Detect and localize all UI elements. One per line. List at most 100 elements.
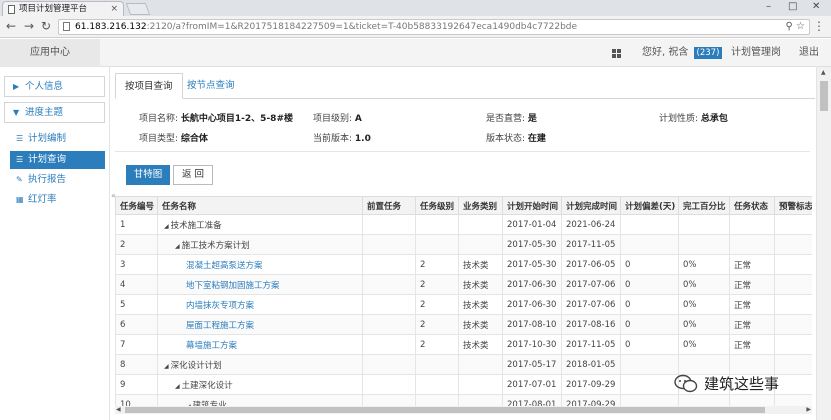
- table-row[interactable]: 1 ◢ 技术施工准备 2017-01-04 2021-06-24: [115, 214, 812, 235]
- column-header[interactable]: 预警标志: [774, 196, 812, 215]
- cell-level: 2: [415, 334, 459, 355]
- table-row[interactable]: 10 ◢ 建筑专业 2017-08-01 2017-09-29: [115, 394, 812, 406]
- logout-link[interactable]: 退出: [799, 39, 819, 67]
- cell-pct: 0%: [678, 334, 730, 355]
- field-label: 项目名称:: [139, 114, 179, 124]
- column-header[interactable]: 任务编号: [115, 196, 158, 215]
- task-name[interactable]: 屋面工程施工方案: [186, 321, 254, 331]
- scroll-right-icon[interactable]: ▶: [806, 406, 811, 414]
- expand-triangle-icon[interactable]: ◢: [175, 383, 180, 390]
- tab-by-project[interactable]: 按项目查询: [115, 73, 183, 99]
- sidebar-personal-label: 个人信息: [25, 81, 64, 92]
- column-header[interactable]: 任务名称: [157, 196, 363, 215]
- column-header[interactable]: 计划偏差(天): [620, 196, 679, 215]
- cell-cat: [458, 354, 503, 375]
- cell-pre: [362, 394, 416, 406]
- field-value: 1.0: [354, 134, 371, 144]
- cell-id: 9: [115, 374, 158, 395]
- scroll-up-icon[interactable]: ▲: [821, 69, 826, 76]
- plan-mgmt-link[interactable]: 计划管理岗: [731, 39, 781, 67]
- browser-tab[interactable]: 项目计划管理平台 ×: [2, 1, 124, 16]
- table-row[interactable]: 3 混凝土超高泵送方案 2 技术类 2017-05-30 2017-06-05 0 0% 正常: [115, 254, 812, 275]
- sidebar-item-label: 红灯率: [28, 194, 57, 205]
- gantt-button[interactable]: 甘特图: [126, 165, 170, 185]
- cell-status: [729, 234, 775, 255]
- cell-pre: [362, 274, 416, 295]
- field-value: 是: [527, 114, 537, 124]
- back-button[interactable]: 返 回: [173, 165, 213, 185]
- grid-icon[interactable]: [612, 49, 621, 58]
- cell-status: 正常: [729, 274, 775, 295]
- sidebar: ▶ 个人信息 ▼ 进度主题 ☰ 计划编制 ☰ 计划查询 ✎ 执行报告 ▦ 红灯率: [0, 67, 110, 420]
- table-row[interactable]: 7 幕墙施工方案 2 技术类 2017-10-30 2017-11-05 0 0% 正常: [115, 334, 812, 355]
- table-row[interactable]: 5 内墙抹灰专项方案 2 技术类 2017-06-30 2017-07-06 0 0% 正常: [115, 294, 812, 315]
- cell-status: [729, 214, 775, 235]
- field-value: 综合体: [180, 134, 208, 144]
- cell-end: 2017-11-05: [561, 234, 621, 255]
- minimize-icon[interactable]: –: [766, 1, 771, 12]
- app-center-link[interactable]: 应用中心: [0, 39, 100, 67]
- cell-cat: [458, 214, 503, 235]
- sidebar-item-exec-report[interactable]: ✎ 执行报告: [10, 171, 105, 189]
- cell-level: [415, 234, 459, 255]
- menu-icon[interactable]: ⋮: [813, 19, 825, 33]
- cell-id: 7: [115, 334, 158, 355]
- task-name[interactable]: 混凝土超高泵送方案: [186, 261, 263, 271]
- forward-arrow-icon[interactable]: →: [24, 19, 34, 33]
- column-header[interactable]: 计划开始时间: [502, 196, 562, 215]
- url-input[interactable]: 61.183.216.132:2120/a?fromIM=1&R20175181…: [58, 19, 810, 35]
- cell-status: 正常: [729, 334, 775, 355]
- column-header[interactable]: 业务类别: [458, 196, 503, 215]
- scroll-thumb[interactable]: [125, 407, 765, 413]
- task-name-cell[interactable]: 混凝土超高泵送方案: [157, 254, 363, 275]
- cell-end: 2017-09-29: [561, 374, 621, 395]
- task-name[interactable]: 地下室粘钢加固施工方案: [186, 281, 280, 291]
- sidebar-progress-topic[interactable]: ▼ 进度主题: [4, 102, 105, 123]
- sidebar-personal-info[interactable]: ▶ 个人信息: [4, 76, 105, 97]
- project-level-field: 项目级别: A: [313, 111, 362, 124]
- cell-id: 8: [115, 354, 158, 375]
- task-name-cell[interactable]: 屋面工程施工方案: [157, 314, 363, 335]
- task-name-cell[interactable]: 幕墙施工方案: [157, 334, 363, 355]
- new-tab-button[interactable]: [125, 3, 151, 15]
- table-header-row: 任务编号 任务名称 前置任务 任务级别 业务类别 计划开始时间 计划完成时间 计…: [115, 196, 812, 215]
- field-label: 是否直营:: [486, 114, 526, 124]
- table-row[interactable]: 6 屋面工程施工方案 2 技术类 2017-08-10 2017-08-16 0 0% 正常: [115, 314, 812, 335]
- task-name: 深化设计计划: [170, 360, 222, 371]
- column-header[interactable]: 前置任务: [362, 196, 416, 215]
- column-header[interactable]: 计划完成时间: [561, 196, 621, 215]
- scroll-left-icon[interactable]: ◀: [116, 406, 121, 414]
- sidebar-item-plan-compile[interactable]: ☰ 计划编制: [10, 130, 105, 148]
- cell-start: 2017-01-04: [502, 214, 562, 235]
- expand-triangle-icon[interactable]: ◢: [164, 363, 169, 370]
- sidebar-item-red-light-rate[interactable]: ▦ 红灯率: [10, 191, 105, 209]
- back-arrow-icon[interactable]: ←: [6, 19, 16, 33]
- reload-icon[interactable]: ↻: [41, 19, 51, 33]
- tab-by-node[interactable]: 按节点查询: [178, 73, 244, 99]
- task-name-cell[interactable]: 内墙抹灰专项方案: [157, 294, 363, 315]
- window-close-icon[interactable]: ✕: [812, 1, 820, 12]
- table-row[interactable]: 2 ◢ 施工技术方案计划 2017-05-30 2017-11-05: [115, 234, 812, 255]
- zoom-icon[interactable]: ⚲ ☆: [786, 20, 805, 34]
- vertical-scrollbar[interactable]: ▲: [816, 67, 831, 420]
- message-count-badge[interactable]: (237): [693, 47, 723, 59]
- field-value: 在建: [527, 134, 546, 144]
- version-field: 当前版本: 1.0: [313, 131, 371, 144]
- column-header[interactable]: 完工百分比: [678, 196, 730, 215]
- field-label: 版本状态:: [486, 134, 526, 144]
- cell-end: 2017-08-16: [561, 314, 621, 335]
- sidebar-item-plan-query[interactable]: ☰ 计划查询: [10, 151, 105, 169]
- task-name-cell[interactable]: 地下室粘钢加固施工方案: [157, 274, 363, 295]
- column-header[interactable]: 任务状态: [729, 196, 775, 215]
- task-name[interactable]: 内墙抹灰专项方案: [186, 301, 254, 311]
- column-header[interactable]: 任务级别: [415, 196, 459, 215]
- table-row[interactable]: 4 地下室粘钢加固施工方案 2 技术类 2017-06-30 2017-07-06 0 0% 正…: [115, 274, 812, 295]
- close-icon[interactable]: ×: [110, 2, 118, 16]
- maximize-icon[interactable]: □: [788, 1, 797, 12]
- expand-triangle-icon[interactable]: ◢: [164, 223, 169, 230]
- horizontal-scrollbar[interactable]: ◀ ▶: [115, 406, 812, 414]
- cell-start: 2017-05-30: [502, 254, 562, 275]
- expand-triangle-icon[interactable]: ◢: [175, 243, 180, 250]
- scroll-thumb[interactable]: [820, 81, 828, 111]
- task-name[interactable]: 幕墙施工方案: [186, 341, 237, 351]
